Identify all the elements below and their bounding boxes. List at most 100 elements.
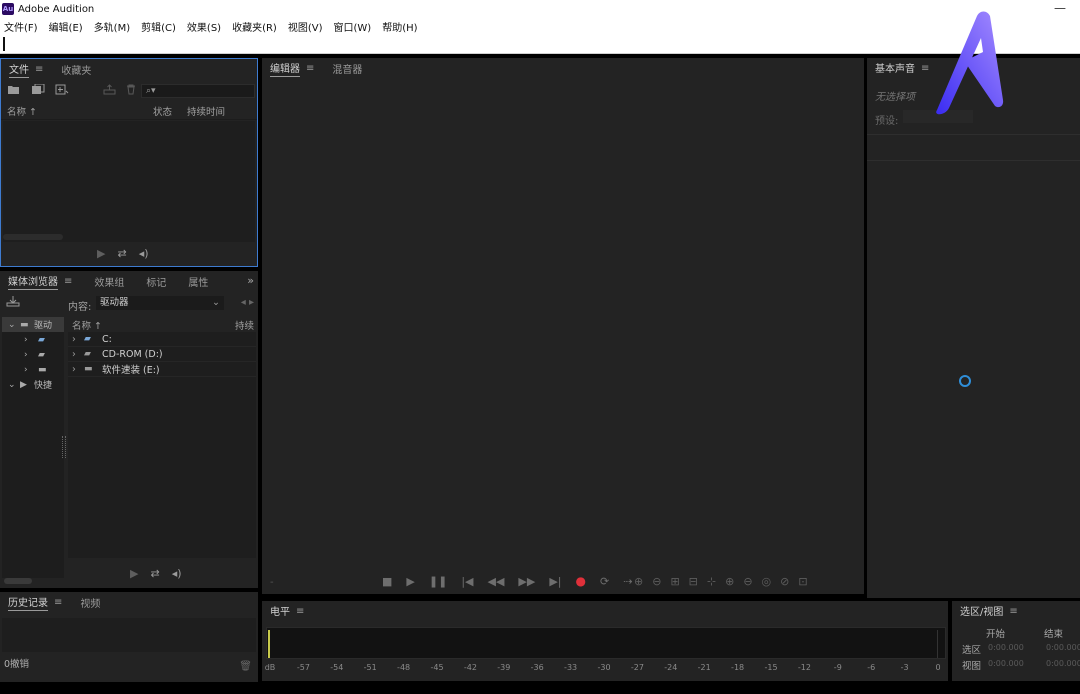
import-file-icon[interactable]: [31, 83, 45, 98]
open-folder-icon[interactable]: [7, 84, 21, 98]
selection-end-value[interactable]: 0:00.000: [1046, 643, 1080, 652]
menu-bar: 文件(F) 编辑(E) 多轨(M) 剪辑(C) 效果(S) 收藏夹(R) 视图(…: [0, 18, 1080, 34]
zoom-out-amplitude-icon[interactable]: ⊖: [652, 575, 661, 588]
pause-button[interactable]: ❚❚: [429, 575, 447, 588]
delete-icon[interactable]: [126, 84, 136, 98]
new-file-icon[interactable]: [55, 84, 69, 98]
column-name[interactable]: 名称 ↑: [7, 104, 37, 118]
horizontal-scrollbar[interactable]: [4, 578, 32, 584]
tab-files[interactable]: 文件 ≡: [9, 61, 43, 78]
tab-selection-view[interactable]: 选区/视图 ≡: [960, 603, 1018, 619]
content-label: 内容:: [68, 302, 92, 313]
fast-forward-button[interactable]: ▶▶: [518, 575, 535, 588]
tree-row-drive[interactable]: › ▬: [2, 362, 64, 377]
panel-menu-icon[interactable]: ≡: [296, 606, 304, 617]
tab-markers[interactable]: 标记: [146, 274, 166, 289]
tab-history[interactable]: 历史记录 ≡: [8, 594, 62, 611]
menu-help[interactable]: 帮助(H): [382, 19, 417, 34]
menu-file[interactable]: 文件(F): [4, 19, 38, 34]
tab-editor[interactable]: 编辑器 ≡: [270, 60, 314, 77]
column-duration[interactable]: 持续: [235, 318, 254, 332]
rewind-button[interactable]: ◀◀: [487, 575, 504, 588]
panel-splitter[interactable]: [62, 436, 66, 458]
play-icon[interactable]: ▶: [97, 247, 105, 260]
files-search-input[interactable]: ⌕▾: [141, 84, 255, 98]
horizontal-scrollbar[interactable]: [3, 234, 63, 240]
media-list: › ▰ C: › ▰ CD-ROM (D:) › ▬ 软件速装 (E:): [68, 332, 256, 558]
menu-favorites[interactable]: 收藏夹(R): [232, 19, 277, 34]
drive-icon: ▬: [84, 364, 93, 374]
media-nav-arrows[interactable]: ◂ ▸: [241, 297, 254, 308]
tab-mixer[interactable]: 混音器: [332, 61, 362, 76]
chevron-right-icon[interactable]: ›: [72, 349, 84, 360]
panel-menu-icon[interactable]: ≡: [306, 63, 314, 74]
column-name[interactable]: 名称 ↑: [72, 318, 102, 332]
tab-video[interactable]: 视频: [80, 595, 100, 610]
export-icon[interactable]: [103, 84, 116, 98]
tree-row-drive[interactable]: › ▰: [2, 332, 64, 347]
go-to-end-button[interactable]: ▶|: [549, 575, 561, 588]
zoom-reset-icon[interactable]: ⊘: [780, 575, 789, 588]
tab-levels[interactable]: 电平 ≡: [270, 603, 304, 619]
zoom-out-time-icon[interactable]: ⊟: [689, 575, 698, 588]
brand-logo: [936, 11, 1004, 115]
list-item[interactable]: › ▰ CD-ROM (D:): [68, 347, 256, 362]
loop-button[interactable]: ⟳: [600, 575, 609, 588]
more-tabs-icon[interactable]: »: [247, 274, 254, 287]
tree-row-shortcuts[interactable]: ⌄ ▶ 快捷: [2, 377, 64, 392]
preset-label: 预设:: [875, 116, 899, 127]
panel-menu-icon[interactable]: ≡: [64, 276, 72, 287]
zoom-in-time-icon[interactable]: ⊞: [670, 575, 679, 588]
history-list[interactable]: [2, 618, 256, 652]
record-button[interactable]: ●: [576, 574, 586, 588]
panel-menu-icon[interactable]: ≡: [54, 597, 62, 608]
chevron-right-icon[interactable]: ›: [72, 364, 84, 375]
zoom-fit-icon[interactable]: ⊡: [798, 575, 807, 588]
go-to-start-button[interactable]: |◀: [461, 575, 473, 588]
menu-window[interactable]: 窗口(W): [334, 19, 372, 34]
skip-button[interactable]: ⇢: [623, 575, 632, 588]
files-list[interactable]: [3, 121, 255, 242]
tree-row-drives[interactable]: ⌄ ▬ 驱动: [2, 317, 64, 332]
view-start-value[interactable]: 0:00.000: [988, 659, 1024, 668]
editor-canvas[interactable]: [262, 80, 864, 594]
tab-effects-rack[interactable]: 效果组: [94, 274, 124, 289]
zoom-in-amplitude-icon[interactable]: ⊕: [634, 575, 643, 588]
zoom-out-point-icon[interactable]: ⊖: [743, 575, 752, 588]
loop-icon[interactable]: ⇄: [150, 567, 159, 580]
play-icon[interactable]: ▶: [130, 567, 138, 580]
stop-button[interactable]: ■: [382, 575, 392, 588]
view-end-value[interactable]: 0:00.000: [1046, 659, 1080, 668]
panel-menu-icon[interactable]: ≡: [1009, 606, 1017, 617]
tab-essential-sound[interactable]: 基本声音 ≡: [875, 60, 929, 76]
list-item[interactable]: › ▰ C:: [68, 332, 256, 347]
tree-row-drive[interactable]: › ▰: [2, 347, 64, 362]
chevron-right-icon[interactable]: ›: [72, 334, 84, 345]
column-duration[interactable]: 持续时间: [187, 104, 225, 118]
minimize-button[interactable]: —: [1054, 1, 1066, 15]
tab-favorites[interactable]: 收藏夹: [61, 62, 91, 77]
menu-effects[interactable]: 效果(S): [187, 19, 221, 34]
menu-multitrack[interactable]: 多轨(M): [94, 19, 130, 34]
auto-play-icon[interactable]: ◂): [172, 567, 182, 580]
trash-icon[interactable]: 🗑: [239, 661, 252, 672]
zoom-full-icon[interactable]: ⊹: [707, 575, 716, 588]
list-item[interactable]: › ▬ 软件速装 (E:): [68, 362, 256, 377]
menu-edit[interactable]: 编辑(E): [49, 19, 83, 34]
zoom-selection-icon[interactable]: ◎: [762, 575, 772, 588]
auto-play-icon[interactable]: ◂): [139, 247, 149, 260]
meter-scale-label: -30: [597, 663, 611, 672]
loop-icon[interactable]: ⇄: [117, 247, 126, 260]
column-status[interactable]: 状态: [153, 104, 172, 118]
import-icon[interactable]: [6, 295, 20, 310]
selection-start-value[interactable]: 0:00.000: [988, 643, 1024, 652]
zoom-in-point-icon[interactable]: ⊕: [725, 575, 734, 588]
tab-media-browser[interactable]: 媒体浏览器 ≡: [8, 273, 72, 290]
menu-view[interactable]: 视图(V): [288, 19, 323, 34]
view-label: 视图: [962, 661, 982, 672]
menu-clip[interactable]: 剪辑(C): [141, 19, 176, 34]
play-button[interactable]: ▶: [406, 575, 414, 588]
content-select[interactable]: 驱动器 ⌄: [96, 296, 224, 310]
tab-properties[interactable]: 属性: [188, 274, 208, 289]
panel-menu-icon[interactable]: ≡: [35, 64, 43, 75]
